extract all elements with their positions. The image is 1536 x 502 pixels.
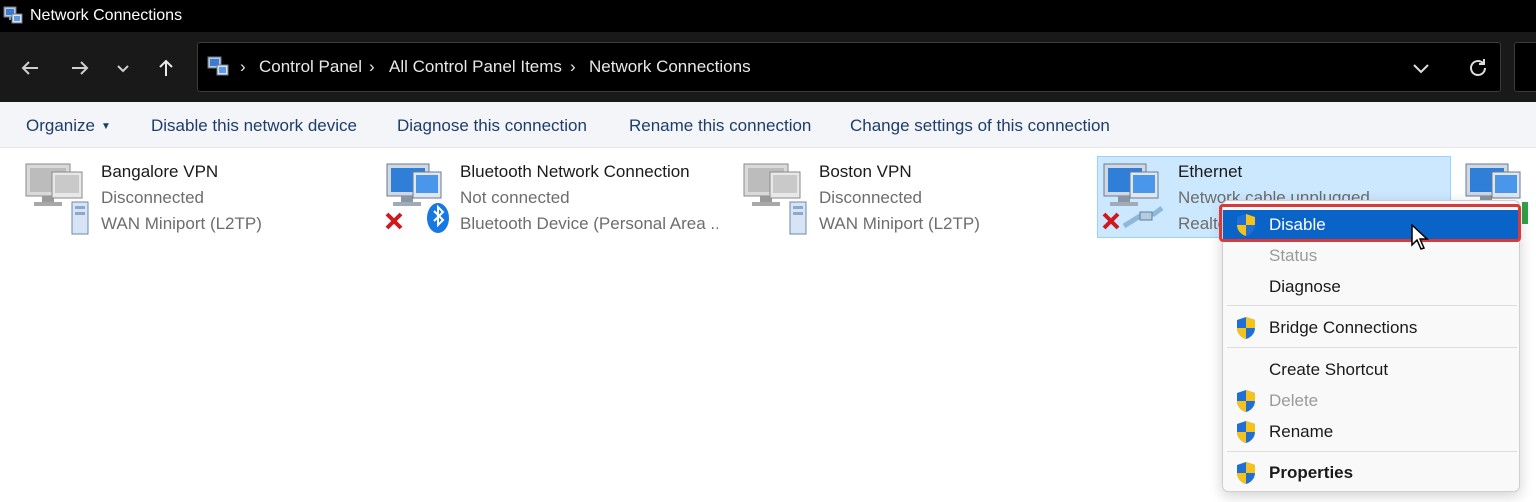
rename-connection-button[interactable]: Rename this connection [629,116,811,136]
menu-item-create-shortcut[interactable]: Create Shortcut [1223,355,1519,385]
chevron-down-icon [117,65,129,73]
connection-item-bangalore-vpn[interactable]: Bangalore VPN Disconnected WAN Miniport … [22,156,362,238]
menu-item-rename[interactable]: Rename [1223,417,1519,447]
bluetooth-connection-icon [385,163,449,233]
back-arrow-icon [21,61,38,75]
forward-button[interactable] [64,52,96,84]
connection-item-boston-vpn[interactable]: Boston VPN Disconnected WAN Miniport (L2… [740,156,1080,238]
address-bar[interactable]: › Control Panel › All Control Panel Item… [197,42,1501,92]
network-connections-icon [3,6,23,24]
menu-item-label: Create Shortcut [1269,360,1389,379]
organize-label: Organize [26,116,95,135]
window-title: Network Connections [30,7,183,24]
up-button[interactable] [150,52,182,84]
refresh-icon[interactable] [1465,55,1491,81]
connection-device: Bluetooth Device (Personal Area ... [460,214,718,233]
menu-item-label: Properties [1269,463,1354,482]
highlight-callout-frame [1219,204,1521,242]
back-button[interactable] [14,52,46,84]
breadcrumb-control-panel[interactable]: Control Panel [259,57,362,77]
menu-item-label: Bridge Connections [1269,318,1418,337]
ethernet-connection-icon [1102,163,1164,230]
uac-shield-icon [1237,421,1255,443]
vpn-connection-icon [25,163,89,235]
forward-arrow-icon [72,61,89,75]
change-settings-button[interactable]: Change settings of this connection [850,116,1110,136]
connection-name: Bangalore VPN [101,162,219,181]
breadcrumb-network-connections[interactable]: Network Connections [589,57,751,77]
connection-status: Disconnected [101,188,205,207]
connection-name: Ethernet [1178,162,1243,181]
menu-item-delete[interactable]: Delete [1223,386,1519,416]
connection-name: Bluetooth Network Connection [460,162,690,181]
organize-button[interactable]: Organize ▼ [26,116,111,136]
menu-item-properties[interactable]: Properties [1223,458,1519,488]
menu-divider [1227,347,1517,348]
connection-device: WAN Miniport (L2TP) [819,214,980,233]
breadcrumb-all-control-panel-items[interactable]: All Control Panel Items [389,57,562,77]
command-toolbar: Organize ▼ Disable this network device Di… [0,102,1536,148]
search-input[interactable] [1514,42,1536,92]
recent-locations-button[interactable] [107,52,139,84]
connection-name: Boston VPN [819,162,912,181]
breadcrumb-separator: › [369,57,375,76]
uac-shield-icon [1237,462,1255,484]
title-bar: Network Connections [0,0,1536,32]
mouse-cursor-icon [1411,224,1429,250]
address-dropdown-icon[interactable] [1408,55,1434,81]
menu-item-status[interactable]: Status [1223,241,1519,271]
connection-status: Disconnected [819,188,923,207]
connection-status: Not connected [460,188,570,207]
uac-shield-icon [1237,390,1255,412]
breadcrumb-separator: › [240,57,246,76]
menu-item-bridge-connections[interactable]: Bridge Connections [1223,313,1519,343]
menu-item-label: Delete [1269,391,1319,410]
connection-item-bluetooth[interactable]: Bluetooth Network Connection Not connect… [381,156,721,238]
navigation-bar: › Control Panel › All Control Panel Item… [0,32,1536,102]
up-arrow-icon [159,59,173,76]
context-menu: Disable Status Diagnose Bridge Connectio… [1219,200,1521,492]
diagnose-connection-button[interactable]: Diagnose this connection [397,116,587,136]
menu-item-label: Diagnose [1269,277,1341,296]
breadcrumb-separator: › [570,57,576,76]
uac-shield-icon [1237,317,1255,339]
menu-item-label: Rename [1269,422,1334,441]
menu-item-label: Status [1269,246,1318,265]
menu-divider [1227,305,1517,306]
menu-item-diagnose[interactable]: Diagnose [1223,272,1519,302]
network-connections-icon [207,56,229,76]
menu-divider [1227,451,1517,452]
disable-device-button[interactable]: Disable this network device [151,116,357,136]
vpn-connection-icon [743,163,807,235]
connection-device: WAN Miniport (L2TP) [101,214,262,233]
caret-down-icon: ▼ [100,121,111,133]
menu-item-disable[interactable]: Disable [1219,204,1521,242]
